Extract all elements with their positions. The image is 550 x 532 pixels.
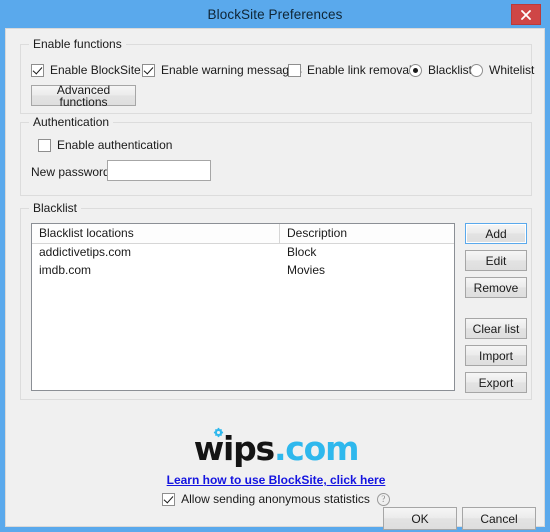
column-header-locations[interactable]: Blacklist locations: [32, 224, 280, 243]
cell-description: Block: [287, 245, 317, 259]
cell-description: Movies: [287, 263, 326, 277]
remove-button[interactable]: Remove: [465, 277, 527, 298]
import-button[interactable]: Import: [465, 345, 527, 366]
checkbox-box: [31, 63, 44, 77]
blacklist-group-title: Blacklist: [29, 201, 82, 215]
radio-label: Whitelist: [489, 63, 535, 77]
dialog-body: Enable functions Enable BlockSite Enable…: [5, 28, 546, 530]
window-title: BlockSite Preferences: [207, 7, 343, 22]
cell-location: addictivetips.com: [39, 245, 132, 259]
logo-text-cyan: .com: [273, 429, 360, 468]
export-button[interactable]: Export: [465, 372, 527, 393]
checkbox-enable-authentication[interactable]: Enable authentication: [38, 138, 172, 152]
cancel-button[interactable]: Cancel: [462, 507, 536, 530]
checkbox-label: Enable BlockSite: [50, 63, 141, 77]
learn-how-link[interactable]: Learn how to use BlockSite, click here: [6, 473, 546, 487]
enable-functions-group: Enable functions Enable BlockSite Enable…: [20, 37, 534, 114]
checkbox-enable-blocksite[interactable]: Enable BlockSite: [31, 63, 141, 77]
radio-label: Blacklist: [428, 63, 473, 77]
blacklist-group: Blacklist Blacklist locations Descriptio…: [20, 201, 532, 400]
add-button[interactable]: Add: [465, 223, 527, 244]
checkbox-enable-link-removal[interactable]: Enable link removal: [288, 63, 412, 77]
checkbox-label: Enable link removal: [307, 63, 412, 77]
logo-text-dark: wips: [193, 429, 275, 468]
table-row[interactable]: imdb.com Movies: [32, 262, 454, 280]
radio-dot: [470, 63, 483, 77]
checkbox-enable-warning-messages[interactable]: Enable warning messages: [142, 63, 302, 77]
authentication-group: Authentication Enable authentication New…: [20, 115, 532, 196]
checkbox-label: Enable authentication: [57, 138, 173, 152]
checkbox-allow-statistics[interactable]: Allow sending anonymous statistics: [162, 492, 370, 506]
checkbox-box: [38, 138, 51, 152]
wips-logo: wips.com: [6, 432, 546, 465]
clear-list-button[interactable]: Clear list: [465, 318, 527, 339]
enable-functions-group-title: Enable functions: [29, 37, 126, 51]
radio-blacklist[interactable]: Blacklist: [409, 63, 472, 77]
close-icon: [521, 10, 531, 20]
help-icon[interactable]: ?: [376, 492, 390, 506]
ok-button[interactable]: OK: [383, 507, 457, 530]
checkbox-label: Enable warning messages: [161, 63, 302, 77]
checkbox-box: [162, 492, 176, 506]
new-password-label: New password: [31, 165, 110, 179]
edit-button[interactable]: Edit: [465, 250, 527, 271]
close-button[interactable]: [511, 4, 541, 25]
radio-whitelist[interactable]: Whitelist: [470, 63, 534, 77]
checkbox-box: [288, 63, 301, 77]
anonymous-statistics-row: Allow sending anonymous statistics ?: [6, 492, 546, 506]
listview-header: Blacklist locations Description: [32, 224, 454, 244]
blocksite-preferences-window: BlockSite Preferences Enable functions E…: [0, 0, 550, 532]
advanced-functions-button[interactable]: Advanced functions: [31, 84, 136, 108]
new-password-input[interactable]: [107, 160, 211, 181]
checkbox-label: Allow sending anonymous statistics: [181, 492, 370, 506]
column-header-description[interactable]: Description: [280, 224, 454, 243]
cell-location: imdb.com: [39, 263, 92, 277]
authentication-group-title: Authentication: [29, 115, 114, 129]
checkbox-box: [142, 63, 155, 77]
table-row[interactable]: addictivetips.com Block: [32, 244, 454, 262]
blacklist-listview[interactable]: Blacklist locations Description addictiv…: [31, 223, 455, 391]
radio-dot: [409, 63, 422, 77]
